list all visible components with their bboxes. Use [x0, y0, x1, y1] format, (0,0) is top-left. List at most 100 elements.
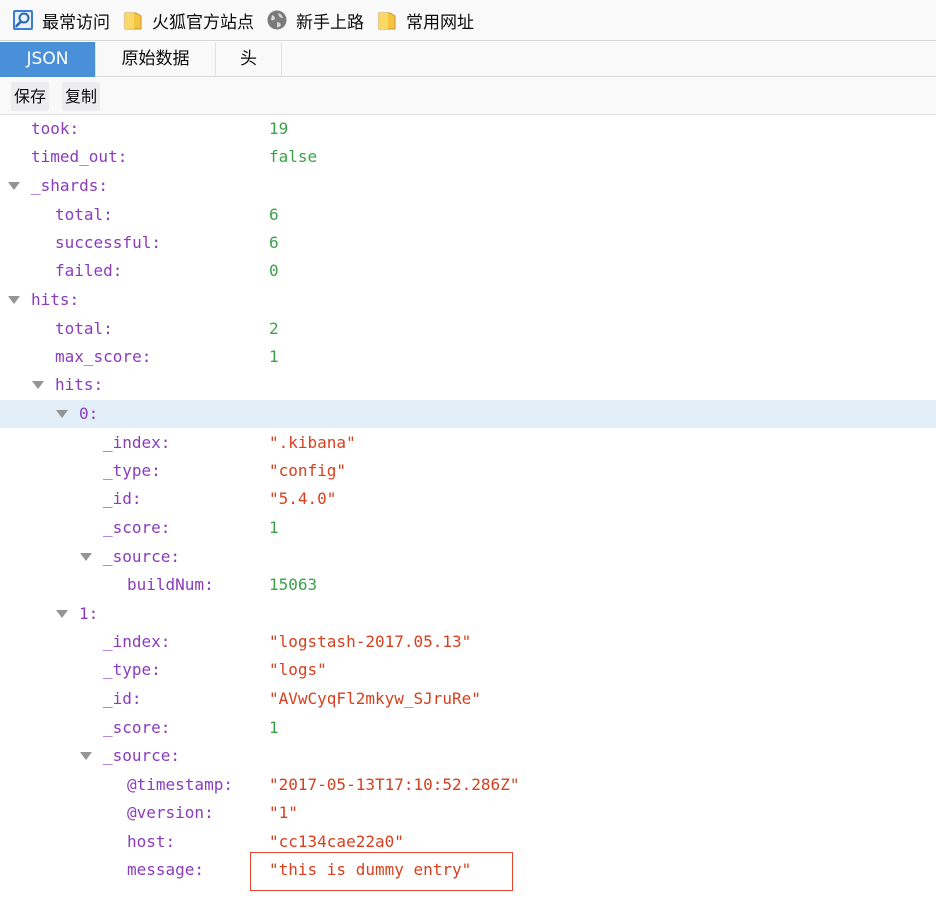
json-key: _index: — [103, 632, 171, 651]
json-key: total: — [55, 205, 113, 224]
json-value: 1 — [269, 347, 279, 366]
tree-row[interactable]: _source: — [0, 543, 936, 571]
json-value: 1 — [269, 718, 279, 737]
tree-row[interactable]: _index: "logstash-2017.05.13" — [0, 628, 936, 656]
expand-toggle-icon[interactable] — [8, 182, 20, 190]
bookmark-most-visited[interactable]: 最常访问 — [12, 5, 110, 35]
json-value: 15063 — [269, 575, 318, 594]
json-key: _id: — [103, 489, 142, 508]
bookmark-getting-started[interactable]: 新手上路 — [266, 5, 364, 35]
json-key: 0: — [79, 404, 99, 423]
tree-row[interactable]: took: 19 — [0, 115, 936, 143]
json-key: successful: — [55, 233, 161, 252]
bookmark-label: 火狐官方站点 — [152, 12, 254, 33]
json-key: took: — [31, 119, 80, 138]
tree-row[interactable]: 0: — [0, 400, 936, 428]
folder-icon — [122, 9, 144, 31]
json-toolbar: 保存 复制 — [0, 78, 936, 115]
json-value: 0 — [269, 261, 279, 280]
tree-row[interactable]: _source: — [0, 742, 936, 770]
json-key: @version: — [127, 803, 214, 822]
json-key: hits: — [55, 375, 104, 394]
json-key: 1: — [79, 604, 99, 623]
json-key: _source: — [103, 746, 181, 765]
json-value: 6 — [269, 233, 279, 252]
json-tree: took: 19 timed_out: false _shards: total: 6 suc… — [0, 115, 936, 907]
tree-row[interactable]: successful: 6 — [0, 229, 936, 257]
expand-toggle-icon[interactable] — [56, 410, 68, 418]
folder-icon — [376, 9, 398, 31]
json-key: _score: — [103, 718, 171, 737]
tree-row[interactable]: timed_out: false — [0, 143, 936, 171]
tree-row[interactable]: _id: "AVwCyqFl2mkyw_SJruRe" — [0, 685, 936, 713]
json-key: failed: — [55, 261, 123, 280]
json-value: "logstash-2017.05.13" — [269, 632, 472, 651]
tree-row[interactable]: max_score: 1 — [0, 343, 936, 371]
tree-row[interactable]: hits: — [0, 286, 936, 314]
json-key: total: — [55, 319, 113, 338]
tree-row[interactable]: 1: — [0, 600, 936, 628]
json-key: host: — [127, 832, 176, 851]
expand-toggle-icon[interactable] — [56, 610, 68, 618]
expand-toggle-icon[interactable] — [32, 381, 44, 389]
globe-icon — [266, 9, 288, 31]
expand-toggle-icon[interactable] — [80, 752, 92, 760]
json-value: "this is dummy entry" — [269, 860, 472, 879]
json-key: @timestamp: — [127, 775, 233, 794]
tree-row[interactable]: total: 6 — [0, 201, 936, 229]
json-key: _type: — [103, 461, 161, 480]
expand-toggle-icon[interactable] — [80, 553, 92, 561]
tree-row[interactable]: _type: "logs" — [0, 656, 936, 684]
json-value: "config" — [269, 461, 347, 480]
tree-row[interactable]: _type: "config" — [0, 457, 936, 485]
most-visited-icon — [12, 9, 34, 31]
json-value: 19 — [269, 119, 289, 138]
bookmark-firefox-official[interactable]: 火狐官方站点 — [122, 5, 254, 35]
bookmarks-toolbar: 最常访问 火狐官方站点 新手上路 常用网址 — [0, 0, 936, 41]
json-value: "1" — [269, 803, 298, 822]
tree-row[interactable]: _score: 1 — [0, 714, 936, 742]
tree-row[interactable]: failed: 0 — [0, 257, 936, 285]
json-key: _source: — [103, 547, 181, 566]
tab-raw-data[interactable]: 原始数据 — [96, 42, 216, 77]
tree-row[interactable]: total: 2 — [0, 315, 936, 343]
save-button[interactable]: 保存 — [11, 82, 50, 111]
json-value: "5.4.0" — [269, 489, 337, 508]
json-value: "AVwCyqFl2mkyw_SJruRe" — [269, 689, 481, 708]
json-key: _score: — [103, 518, 171, 537]
json-key: max_score: — [55, 347, 152, 366]
json-key: message: — [127, 860, 205, 879]
tree-row[interactable]: buildNum: 15063 — [0, 571, 936, 599]
json-value: "2017-05-13T17:10:52.286Z" — [269, 775, 520, 794]
tree-row[interactable]: host: "cc134cae22a0" — [0, 828, 936, 856]
json-key: timed_out: — [31, 147, 128, 166]
tree-row[interactable]: message: "this is dummy entry" — [0, 856, 936, 884]
json-key: buildNum: — [127, 575, 214, 594]
tree-row[interactable]: hits: — [0, 371, 936, 399]
bookmark-label: 最常访问 — [42, 12, 110, 33]
tab-json[interactable]: JSON — [0, 42, 96, 77]
bookmark-label: 常用网址 — [406, 12, 474, 33]
json-value: "logs" — [269, 660, 327, 679]
json-key: _index: — [103, 433, 171, 452]
json-value: ".kibana" — [269, 433, 356, 452]
bookmark-common-sites[interactable]: 常用网址 — [376, 5, 474, 35]
tab-headers[interactable]: 头 — [216, 42, 282, 77]
tree-row[interactable]: _shards: — [0, 172, 936, 200]
json-key: _shards: — [31, 176, 109, 195]
tree-row[interactable]: @version: "1" — [0, 799, 936, 827]
tree-row[interactable]: @timestamp: "2017-05-13T17:10:52.286Z" — [0, 771, 936, 799]
expand-toggle-icon[interactable] — [8, 296, 20, 304]
bookmark-label: 新手上路 — [296, 12, 364, 33]
tree-row[interactable]: _id: "5.4.0" — [0, 485, 936, 513]
viewer-tabs: JSON 原始数据 头 — [0, 42, 936, 77]
tree-row[interactable]: _score: 1 — [0, 514, 936, 542]
json-value: 6 — [269, 205, 279, 224]
tree-row[interactable]: _index: ".kibana" — [0, 429, 936, 457]
json-value: "cc134cae22a0" — [269, 832, 404, 851]
json-value: false — [269, 147, 318, 166]
copy-button[interactable]: 复制 — [62, 82, 101, 111]
json-value: 2 — [269, 319, 279, 338]
json-key: _id: — [103, 689, 142, 708]
json-value: 1 — [269, 518, 279, 537]
